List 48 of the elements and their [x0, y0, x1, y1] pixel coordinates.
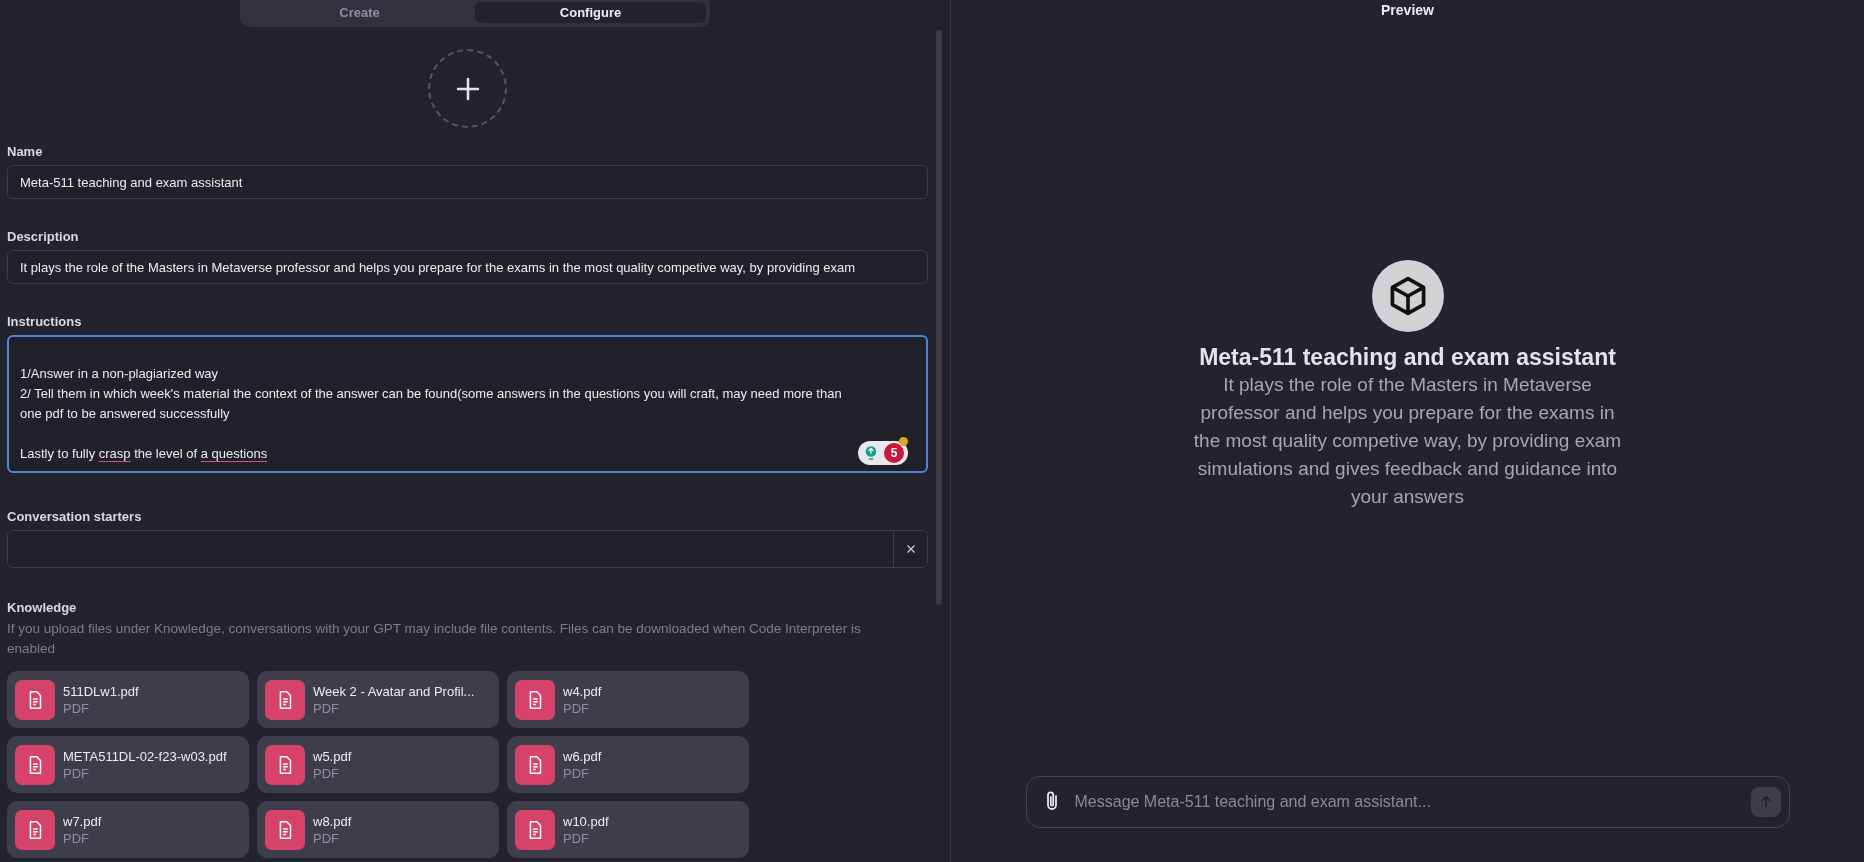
field-label: Conversation starters	[7, 509, 143, 524]
file-card[interactable]: w5.pdf PDF	[257, 736, 499, 793]
file-type: PDF	[63, 830, 90, 846]
file-type: PDF	[563, 700, 590, 716]
file-name: w4.pdf	[563, 683, 602, 699]
file-name: w7.pdf	[63, 813, 102, 829]
tab[interactable]: Configure	[475, 2, 706, 23]
file-type: PDF	[63, 765, 90, 781]
preview-title: Preview	[1381, 2, 1434, 18]
file-type: PDF	[563, 830, 590, 846]
file-name: 511DLw1.pdf	[63, 683, 139, 699]
file-card[interactable]: w6.pdf PDF	[507, 736, 749, 793]
tab[interactable]: Create	[244, 2, 475, 23]
gpt-description: It plays the role of the Masters in Metaverse professor and helps you prepare for the exams in the most quality competive way, by providing exam simulations and gives feedback and guidance into your answers	[1192, 373, 1623, 509]
field-label: Description	[7, 229, 80, 244]
file-card[interactable]: w4.pdf PDF	[507, 671, 749, 728]
field-label: Instructions	[7, 314, 83, 329]
message-composer[interactable]: Message Meta-511 teaching and exam assistant...	[1025, 776, 1790, 828]
file-card[interactable]: w7.pdf PDF	[7, 801, 249, 858]
field-label: Name	[7, 144, 44, 159]
file-name: w5.pdf	[313, 748, 352, 764]
knowledge-description: If you upload files under Knowledge, conversations with your GPT may include file contents. Files can be downloaded when Code Interpreter is enabled	[7, 620, 862, 658]
file-type: PDF	[313, 765, 340, 781]
file-card[interactable]: w10.pdf PDF	[507, 801, 749, 858]
scrollbar[interactable]	[936, 30, 942, 605]
issue-count-badge: 5	[884, 443, 904, 463]
file-type: PDF	[313, 830, 340, 846]
file-card[interactable]: 511DLw1.pdf PDF	[7, 671, 249, 728]
file-card[interactable]: w8.pdf PDF	[257, 801, 499, 858]
file-type: PDF	[563, 765, 590, 781]
file-card[interactable]: META511DL-02-f23-w03.pdf PDF	[7, 736, 249, 793]
file-name: META511DL-02-f23-w03.pdf	[63, 748, 227, 764]
file-name: w6.pdf	[563, 748, 602, 764]
instructions-field[interactable]: 1/Answer in a non-plagiarized way 2/ Tell them in which week's material the context of the answer can be found(some answers in the questions you will craft, may need more than one pdf to be answered successfully Lastly to fully crasp the level of a questions 5	[7, 335, 928, 473]
send-button[interactable]	[1750, 787, 1781, 817]
message-field[interactable]: Message Meta-511 teaching and exam assistant...	[1072, 792, 1743, 812]
add-avatar-button[interactable]	[428, 49, 507, 128]
file-card[interactable]: Week 2 - Avatar and Profil... PDF	[257, 671, 499, 728]
plus-badge-icon	[899, 437, 908, 446]
file-name: w10.pdf	[563, 813, 609, 829]
file-type: PDF	[313, 700, 340, 716]
file-name: w8.pdf	[313, 813, 352, 829]
name-field[interactable]: Meta-511 teaching and exam assistant	[7, 165, 928, 199]
section-label: Knowledge	[7, 600, 78, 615]
description-field[interactable]: It plays the role of the Masters in Metaverse professor and helps you prepare for the exams in the most quality competive way, by providing exam	[7, 250, 928, 284]
file-type: PDF	[63, 700, 90, 716]
file-name: Week 2 - Avatar and Profil...	[313, 683, 475, 699]
gpt-name: Meta-511 teaching and exam assistant	[1199, 344, 1616, 371]
